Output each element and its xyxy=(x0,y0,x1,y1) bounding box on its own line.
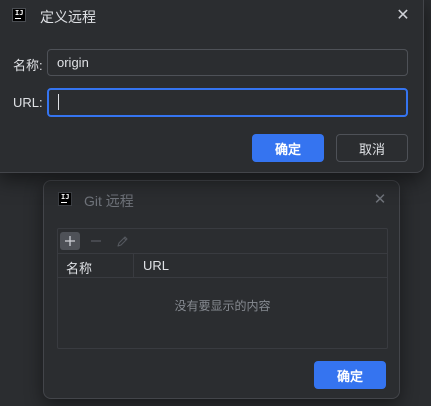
close-icon[interactable]: ✕ xyxy=(371,191,389,209)
cancel-button[interactable]: 取消 xyxy=(336,134,408,162)
column-header-url[interactable]: URL xyxy=(143,258,169,273)
intellij-app-icon: IJ xyxy=(12,8,26,22)
remotes-panel: 名称 URL 没有要显示的内容 xyxy=(57,228,388,349)
define-remote-title: 定义远程 xyxy=(40,9,96,25)
git-remotes-title: Git 远程 xyxy=(84,193,134,209)
remote-name-input[interactable] xyxy=(47,49,408,76)
intellij-app-icon: IJ xyxy=(58,192,72,206)
remove-remote-button[interactable] xyxy=(86,232,106,250)
url-label: URL: xyxy=(13,95,43,110)
column-divider[interactable] xyxy=(133,254,134,277)
pencil-icon xyxy=(116,235,129,248)
empty-table-message: 没有要显示的内容 xyxy=(174,299,271,313)
ide-window: IJ Git 远程 ✕ 名称 URL 没有要显示的内容 确定 IJ 定义远程 ✕… xyxy=(0,0,431,406)
git-remotes-ok-button[interactable]: 确定 xyxy=(314,361,386,389)
minus-icon xyxy=(90,235,102,247)
remotes-toolbar xyxy=(58,229,387,253)
column-header-name[interactable]: 名称 xyxy=(66,258,92,277)
close-icon[interactable]: ✕ xyxy=(393,6,413,26)
plus-icon xyxy=(64,235,76,247)
text-caret xyxy=(58,94,59,110)
add-remote-button[interactable] xyxy=(60,232,80,250)
remote-url-input[interactable] xyxy=(47,88,408,117)
remotes-table-header: 名称 URL xyxy=(58,253,387,278)
define-remote-dialog: IJ 定义远程 ✕ 名称: URL: 确定 取消 xyxy=(0,0,424,173)
git-remotes-title-bar[interactable]: IJ Git 远程 ✕ xyxy=(44,181,399,219)
name-label: 名称: xyxy=(13,58,43,73)
edit-remote-button[interactable] xyxy=(112,232,132,250)
ok-button[interactable]: 确定 xyxy=(252,134,324,162)
git-remotes-dialog: IJ Git 远程 ✕ 名称 URL 没有要显示的内容 确定 xyxy=(43,180,400,399)
